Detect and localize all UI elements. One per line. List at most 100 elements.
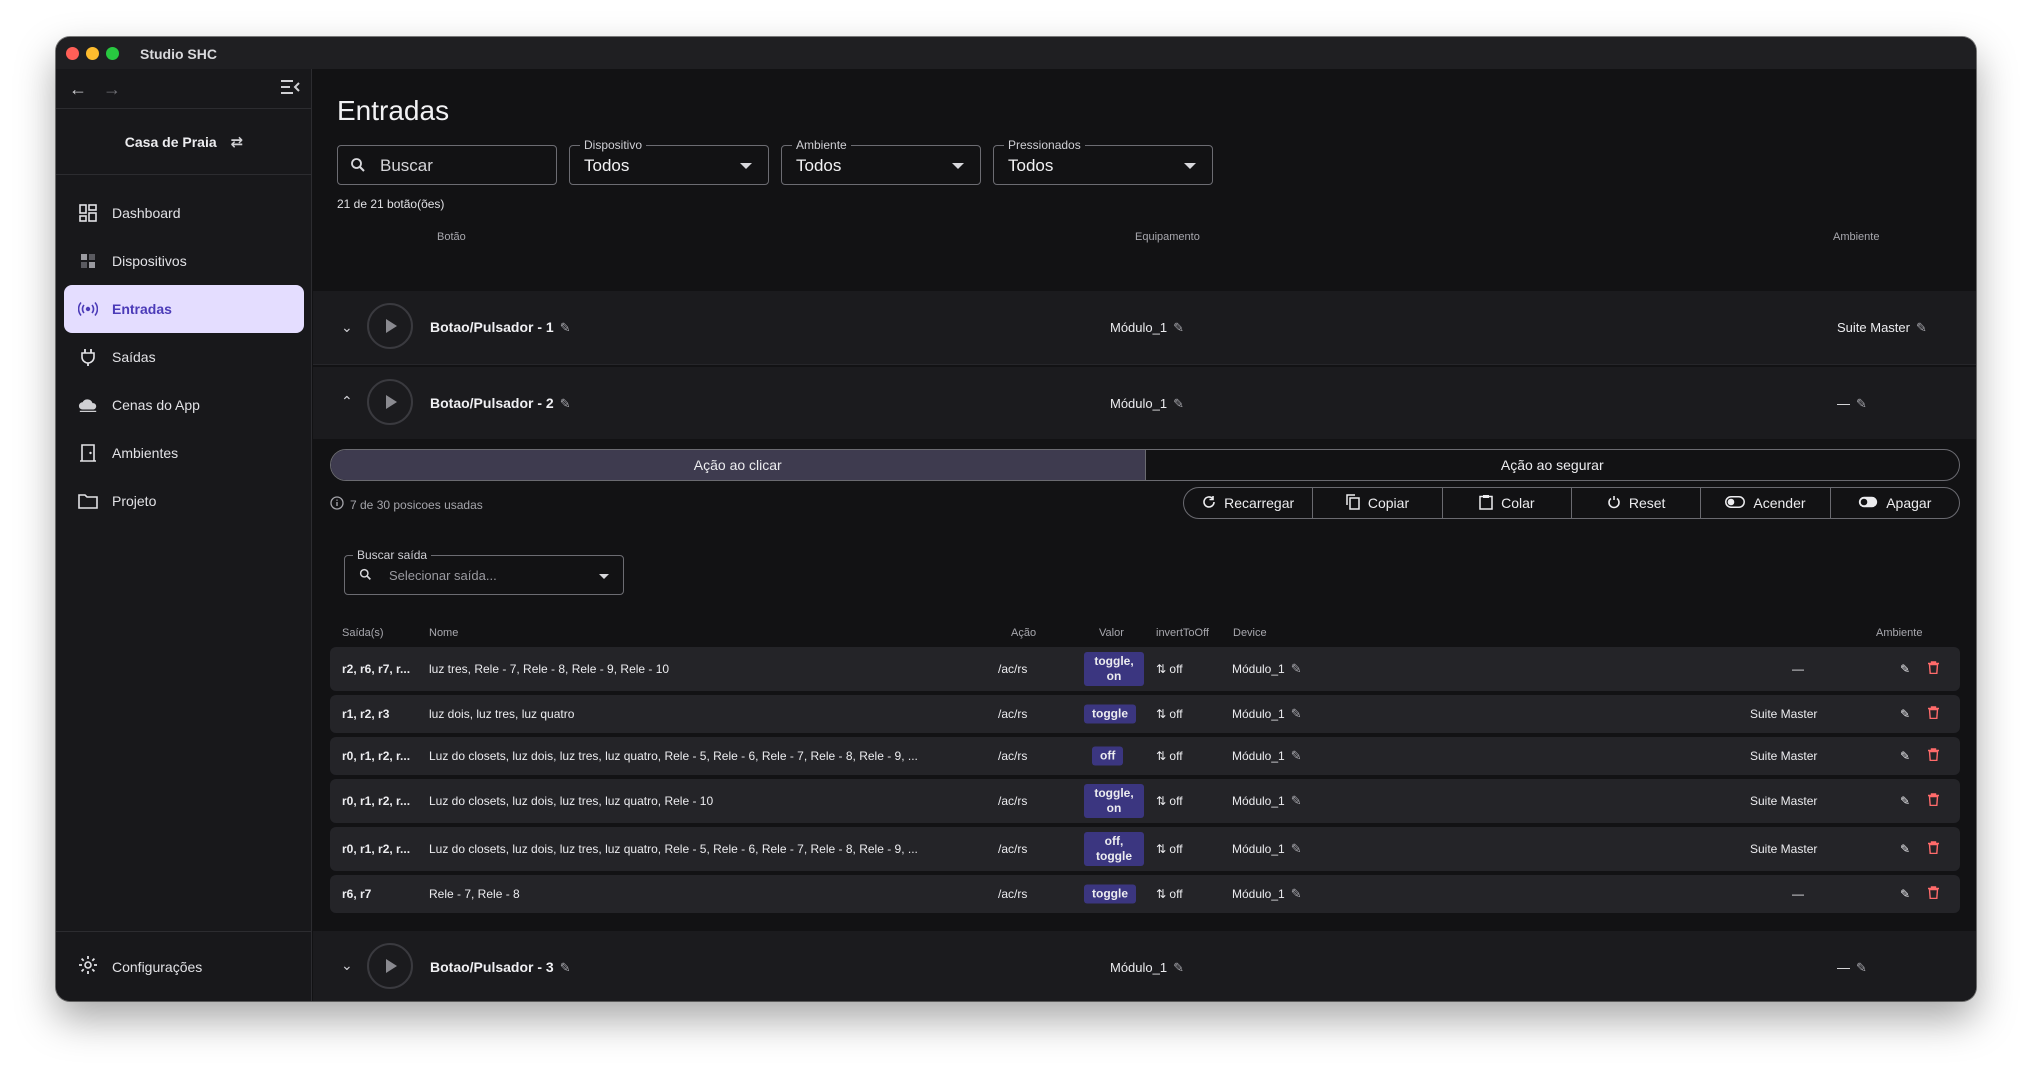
chevron-up-icon[interactable]: ⌃ — [341, 393, 353, 410]
sidebar-item-saidas[interactable]: Saídas — [64, 333, 304, 381]
reset-button[interactable]: Reset — [1572, 488, 1702, 518]
output-row[interactable]: r1, r2, r3 luz dois, luz tres, luz quatr… — [330, 695, 1960, 733]
close-window-button[interactable] — [66, 47, 79, 60]
edit-pencil-icon[interactable]: ✎ — [1900, 842, 1910, 856]
edit-pencil-icon[interactable]: ✎ — [1916, 320, 1927, 336]
output-invert[interactable]: ⇅ off — [1156, 794, 1183, 808]
caret-down-icon — [952, 163, 964, 169]
edit-pencil-icon[interactable]: ✎ — [1291, 661, 1302, 677]
edit-pencil-icon[interactable]: ✎ — [560, 396, 571, 412]
play-button[interactable] — [367, 303, 413, 349]
output-saidas: r6, r7 — [342, 887, 372, 901]
copy-icon — [1346, 493, 1360, 513]
sidebar-item-entradas[interactable]: Entradas — [64, 285, 304, 333]
trash-icon[interactable] — [1928, 886, 1939, 902]
dispositivo-select[interactable]: Dispositivo Todos — [569, 138, 769, 185]
col-header-nome: Nome — [429, 627, 459, 639]
broadcast-icon — [78, 299, 98, 319]
output-ambiente: Suite Master — [1750, 842, 1818, 856]
button-name: Botao/Pulsador - 1 ✎ — [430, 319, 571, 336]
edit-pencil-icon[interactable]: ✎ — [1900, 707, 1910, 721]
toggle-on-icon — [1725, 495, 1746, 511]
edit-pencil-icon[interactable]: ✎ — [1856, 960, 1867, 976]
button-equipment: Módulo_1 ✎ — [1110, 320, 1185, 336]
gear-icon — [78, 955, 98, 978]
ambiente-value: Todos — [796, 156, 842, 175]
edit-pencil-icon[interactable]: ✎ — [1900, 662, 1910, 676]
sidebar-item-dashboard[interactable]: Dashboard — [64, 189, 304, 237]
edit-pencil-icon[interactable]: ✎ — [1900, 749, 1910, 763]
trash-icon[interactable] — [1928, 748, 1939, 764]
app-window: Studio SHC ← → Casa de Praia ⇄ Dashboard… — [56, 37, 1976, 1001]
apagar-button[interactable]: Apagar — [1831, 488, 1959, 518]
output-invert[interactable]: ⇅ off — [1156, 749, 1183, 763]
trash-icon[interactable] — [1928, 706, 1939, 722]
play-button[interactable] — [367, 379, 413, 425]
edit-pencil-icon[interactable]: ✎ — [1173, 960, 1184, 976]
chevron-down-icon[interactable]: ⌄ — [341, 319, 353, 336]
output-invert[interactable]: ⇅ off — [1156, 842, 1183, 856]
edit-pencil-icon[interactable]: ✎ — [1173, 320, 1184, 336]
sidebar-item-cenas[interactable]: Cenas do App — [64, 381, 304, 429]
back-arrow-icon[interactable]: ← — [66, 77, 90, 101]
buscar-saida-select[interactable]: Buscar saída Selecionar saída... — [344, 548, 624, 595]
button-row-expanded[interactable]: ⌃ Botao/Pulsador - 2 ✎ Módulo_1 ✎ — ✎ — [313, 367, 1976, 441]
button-ambiente: Suite Master ✎ — [1837, 320, 1927, 336]
action-tabs: Ação ao clicar Ação ao segurar — [330, 449, 1960, 481]
swap-icon[interactable]: ⇄ — [231, 133, 244, 151]
output-device: Módulo_1 ✎ — [1232, 886, 1302, 902]
main-content: Entradas Buscar Dispositivo Todos Ambien… — [313, 69, 1976, 1001]
edit-pencil-icon[interactable]: ✎ — [1173, 396, 1184, 412]
edit-pencil-icon[interactable]: ✎ — [560, 320, 571, 336]
edit-pencil-icon[interactable]: ✎ — [1291, 793, 1302, 809]
play-button[interactable] — [367, 943, 413, 989]
output-row[interactable]: r0, r1, r2, r... Luz do closets, luz doi… — [330, 827, 1960, 871]
trash-icon[interactable] — [1928, 841, 1939, 857]
collapse-menu-icon[interactable] — [278, 77, 302, 101]
tab-acao-segurar[interactable]: Ação ao segurar — [1146, 450, 1960, 480]
recarregar-button[interactable]: Recarregar — [1184, 488, 1314, 518]
acender-button[interactable]: Acender — [1701, 488, 1831, 518]
forward-arrow-icon[interactable]: → — [100, 77, 124, 101]
house-selector[interactable]: Casa de Praia ⇄ — [56, 109, 312, 175]
output-invert[interactable]: ⇅ off — [1156, 662, 1183, 676]
sidebar-item-dispositivos[interactable]: Dispositivos — [64, 237, 304, 285]
output-invert[interactable]: ⇅ off — [1156, 707, 1183, 721]
output-row[interactable]: r0, r1, r2, r... Luz do closets, luz doi… — [330, 737, 1960, 775]
button-row[interactable]: ⌄ Botao/Pulsador - 1 ✎ Módulo_1 ✎ Suite Ma… — [313, 291, 1976, 365]
button-row[interactable]: ⌄ Botao/Pulsador - 3 ✎ Módulo_1 ✎ — ✎ — [313, 931, 1976, 1001]
edit-pencil-icon[interactable]: ✎ — [1900, 887, 1910, 901]
edit-pencil-icon[interactable]: ✎ — [560, 960, 571, 976]
copiar-button[interactable]: Copiar — [1313, 488, 1443, 518]
edit-pencil-icon[interactable]: ✎ — [1291, 748, 1302, 764]
edit-pencil-icon[interactable]: ✎ — [1291, 886, 1302, 902]
edit-pencil-icon[interactable]: ✎ — [1291, 841, 1302, 857]
usage-info: 7 de 30 posicoes usadas — [330, 496, 483, 513]
tab-acao-clicar[interactable]: Ação ao clicar — [331, 450, 1146, 480]
minimize-window-button[interactable] — [86, 47, 99, 60]
output-row[interactable]: r0, r1, r2, r... Luz do closets, luz doi… — [330, 779, 1960, 823]
folder-icon — [78, 491, 98, 511]
sidebar-item-configuracoes[interactable]: Configurações — [56, 931, 312, 1001]
col-header-equipamento: Equipamento — [1135, 231, 1200, 243]
sidebar-item-label: Saídas — [112, 349, 156, 365]
output-saidas: r0, r1, r2, r... — [342, 842, 411, 856]
colar-button[interactable]: Colar — [1443, 488, 1572, 518]
ambiente-select[interactable]: Ambiente Todos — [781, 138, 981, 185]
nav-bar: ← → — [56, 69, 312, 109]
edit-pencil-icon[interactable]: ✎ — [1900, 794, 1910, 808]
output-row[interactable]: r2, r6, r7, r... luz tres, Rele - 7, Rel… — [330, 647, 1960, 691]
chevron-down-icon[interactable]: ⌄ — [341, 957, 353, 974]
trash-icon[interactable] — [1928, 661, 1939, 677]
edit-pencil-icon[interactable]: ✎ — [1291, 706, 1302, 722]
sidebar-item-ambientes[interactable]: Ambientes — [64, 429, 304, 477]
search-input[interactable]: Buscar — [337, 145, 557, 185]
trash-icon[interactable] — [1928, 793, 1939, 809]
output-invert[interactable]: ⇅ off — [1156, 887, 1183, 901]
edit-pencil-icon[interactable]: ✎ — [1856, 396, 1867, 412]
sidebar-item-projeto[interactable]: Projeto — [64, 477, 304, 525]
caret-down-icon — [1184, 163, 1196, 169]
output-row[interactable]: r6, r7 Rele - 7, Rele - 8 /ac/rs toggle … — [330, 875, 1960, 913]
maximize-window-button[interactable] — [106, 47, 119, 60]
pressionados-select[interactable]: Pressionados Todos — [993, 138, 1213, 185]
